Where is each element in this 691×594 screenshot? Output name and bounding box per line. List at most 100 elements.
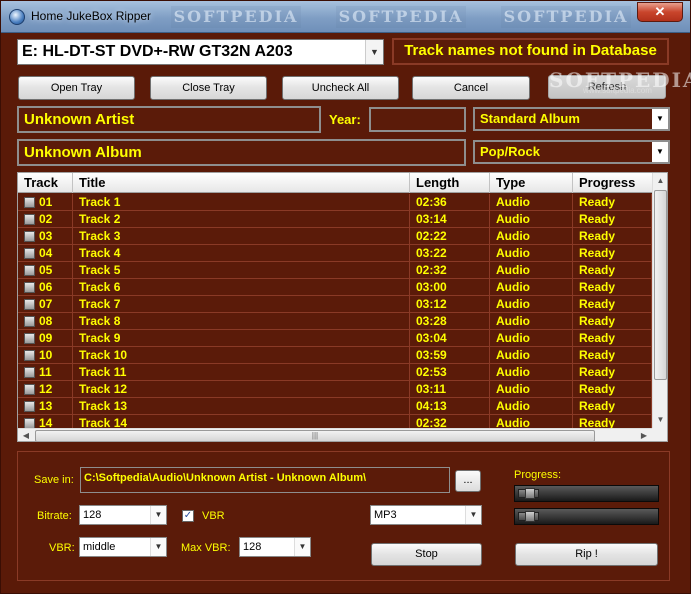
horizontal-scrollbar[interactable]: ◀ ||| ▶ [18, 428, 652, 441]
chevron-down-icon[interactable]: ▼ [365, 40, 383, 64]
track-checkbox[interactable] [24, 265, 35, 276]
track-checkbox[interactable] [24, 282, 35, 293]
progress-knob [525, 488, 535, 499]
bitrate-select[interactable]: 128 ▼ [79, 505, 167, 525]
column-header-title[interactable]: Title [73, 173, 410, 193]
chevron-down-icon[interactable]: ▼ [652, 142, 668, 162]
track-checkbox[interactable] [24, 418, 35, 428]
title-bar[interactable]: Home JukeBox Ripper SOFTPEDIA SOFTPEDIA … [1, 1, 690, 33]
vbr-checkbox[interactable]: ✓ [182, 510, 194, 522]
cell-text: 02:36 [416, 195, 447, 209]
checkmark-icon: ✓ [183, 510, 193, 521]
cell-text: 08 [39, 314, 53, 328]
cell-text: 13 [39, 399, 53, 413]
cell-text: 03:28 [416, 314, 447, 328]
scroll-left-icon[interactable]: ◀ [18, 429, 34, 441]
cell-track: 09 [18, 330, 73, 347]
cell-text: Track 10 [79, 348, 128, 362]
rip-button[interactable]: Rip ! [515, 543, 658, 566]
track-checkbox[interactable] [24, 316, 35, 327]
track-checkbox[interactable] [24, 197, 35, 208]
column-header-length[interactable]: Length [410, 173, 490, 193]
track-checkbox[interactable] [24, 231, 35, 242]
cell-progress: Ready [573, 415, 652, 428]
genre-select[interactable]: Pop/Rock ▼ [473, 140, 670, 164]
cell-text: Audio [496, 314, 530, 328]
chevron-down-icon[interactable]: ▼ [294, 538, 310, 556]
cell-text: 02:32 [416, 416, 447, 428]
cancel-button[interactable]: Cancel [412, 76, 530, 100]
chevron-down-icon[interactable]: ▼ [150, 506, 166, 524]
year-label: Year: [329, 112, 361, 127]
cell-progress: Ready [573, 228, 652, 245]
year-field[interactable] [369, 107, 466, 132]
cell-text: 03:00 [416, 280, 447, 294]
close-button[interactable]: ✕ [637, 2, 683, 22]
cell-type: Audio [490, 279, 573, 296]
chevron-down-icon[interactable]: ▼ [652, 109, 668, 129]
column-header-progress[interactable]: Progress [573, 173, 652, 193]
scroll-thumb[interactable] [654, 190, 667, 380]
cell-title: Track 9 [73, 330, 410, 347]
stop-button[interactable]: Stop [371, 543, 482, 566]
browse-button[interactable]: ... [455, 470, 481, 492]
cell-progress: Ready [573, 194, 652, 211]
chevron-down-icon[interactable]: ▼ [465, 506, 481, 524]
album-field[interactable]: Unknown Album [17, 139, 466, 166]
track-checkbox[interactable] [24, 401, 35, 412]
table-row[interactable]: 08 Track 8 03:28 Audio Ready [18, 313, 652, 330]
track-checkbox[interactable] [24, 248, 35, 259]
table-row[interactable]: 03 Track 3 02:22 Audio Ready [18, 228, 652, 245]
cell-length: 03:04 [410, 330, 490, 347]
cell-progress: Ready [573, 262, 652, 279]
table-row[interactable]: 13 Track 13 04:13 Audio Ready [18, 398, 652, 415]
uncheck-all-button[interactable]: Uncheck All [282, 76, 399, 100]
track-list[interactable]: Track Title Length Type Progress 01 Track… [17, 172, 668, 442]
max-vbr-select[interactable]: 128 ▼ [239, 537, 311, 557]
album-type-select[interactable]: Standard Album ▼ [473, 107, 670, 131]
table-row[interactable]: 07 Track 7 03:12 Audio Ready [18, 296, 652, 313]
track-checkbox[interactable] [24, 384, 35, 395]
track-checkbox[interactable] [24, 333, 35, 344]
column-header-track[interactable]: Track [18, 173, 73, 193]
save-path-field[interactable]: C:\Softpedia\Audio\Unknown Artist - Unkn… [80, 467, 450, 493]
table-row[interactable]: 01 Track 1 02:36 Audio Ready [18, 194, 652, 211]
drive-select[interactable]: E: HL-DT-ST DVD+-RW GT32N A203 ▼ [17, 39, 384, 65]
table-row[interactable]: 04 Track 4 03:22 Audio Ready [18, 245, 652, 262]
scroll-up-icon[interactable]: ▲ [653, 173, 667, 189]
scroll-thumb[interactable]: ||| [35, 430, 595, 441]
chevron-down-icon[interactable]: ▼ [150, 538, 166, 556]
table-row[interactable]: 10 Track 10 03:59 Audio Ready [18, 347, 652, 364]
cell-type: Audio [490, 262, 573, 279]
cell-length: 02:32 [410, 415, 490, 428]
track-checkbox[interactable] [24, 299, 35, 310]
track-checkbox[interactable] [24, 367, 35, 378]
cell-track: 10 [18, 347, 73, 364]
cell-text: Audio [496, 263, 530, 277]
cell-type: Audio [490, 194, 573, 211]
table-row[interactable]: 12 Track 12 03:11 Audio Ready [18, 381, 652, 398]
close-tray-button[interactable]: Close Tray [150, 76, 267, 100]
table-row[interactable]: 14 Track 14 02:32 Audio Ready [18, 415, 652, 428]
column-header-type[interactable]: Type [490, 173, 573, 193]
track-checkbox[interactable] [24, 350, 35, 361]
cell-text: 02 [39, 212, 53, 226]
cell-text: 14 [39, 416, 53, 428]
open-tray-button[interactable]: Open Tray [18, 76, 135, 100]
scroll-down-icon[interactable]: ▼ [653, 412, 667, 428]
vertical-scrollbar[interactable]: ▲ ▼ [652, 173, 667, 428]
track-checkbox[interactable] [24, 214, 35, 225]
table-row[interactable]: 11 Track 11 02:53 Audio Ready [18, 364, 652, 381]
artist-field[interactable]: Unknown Artist [17, 106, 321, 133]
cell-title: Track 11 [73, 364, 410, 381]
vbr-select[interactable]: middle ▼ [79, 537, 167, 557]
cell-text: Audio [496, 382, 530, 396]
table-row[interactable]: 05 Track 5 02:32 Audio Ready [18, 262, 652, 279]
cell-text: Audio [496, 280, 530, 294]
scroll-right-icon[interactable]: ▶ [636, 429, 652, 441]
max-vbr-value: 128 [243, 541, 262, 553]
table-row[interactable]: 09 Track 9 03:04 Audio Ready [18, 330, 652, 347]
format-select[interactable]: MP3 ▼ [370, 505, 482, 525]
table-row[interactable]: 06 Track 6 03:00 Audio Ready [18, 279, 652, 296]
table-row[interactable]: 02 Track 2 03:14 Audio Ready [18, 211, 652, 228]
